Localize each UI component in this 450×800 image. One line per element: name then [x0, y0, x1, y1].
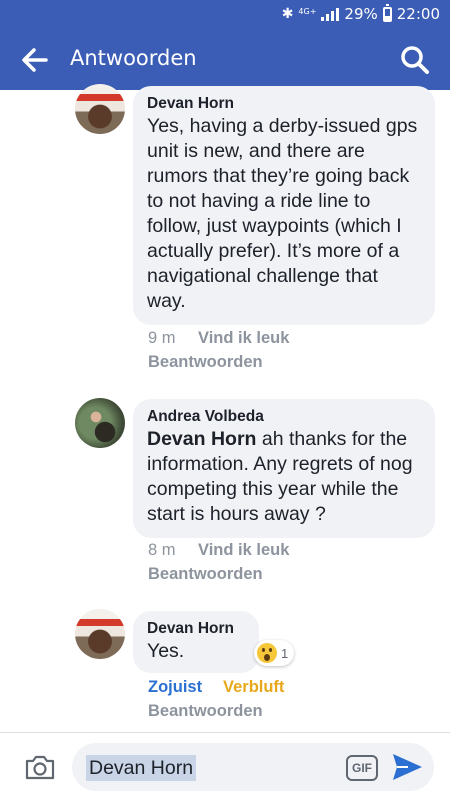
battery-percent: 29%: [344, 5, 378, 23]
comment-bubble[interactable]: Devan Horn Yes.: [133, 611, 259, 673]
comment-author[interactable]: Andrea Volbeda: [147, 407, 421, 427]
reply-button[interactable]: Beantwoorden: [148, 702, 284, 721]
comment-text: Yes.: [147, 640, 185, 662]
reply-button[interactable]: Beantwoorden: [148, 565, 289, 584]
reaction-count: 1: [281, 645, 289, 661]
reply-button[interactable]: Beantwoorden: [148, 353, 289, 372]
camera-icon[interactable]: [24, 753, 56, 781]
status-icons: ✱ 4G+ 29% 22:00: [281, 3, 440, 23]
avatar[interactable]: [75, 398, 125, 448]
gif-button[interactable]: GIF: [346, 755, 378, 781]
comment-time: Zojuist: [148, 678, 203, 696]
network-type: 4G+: [298, 7, 317, 16]
avatar[interactable]: [75, 609, 125, 659]
comment-input-value[interactable]: Devan Horn: [86, 755, 197, 781]
comment-composer: Devan Horn GIF: [0, 732, 450, 800]
comment-text: Yes, having a derby-issued gps unit is n…: [147, 115, 418, 312]
bluetooth-icon: ✱: [281, 6, 294, 22]
like-button[interactable]: Vind ik leuk: [198, 329, 289, 347]
comment-author[interactable]: Devan Horn: [147, 94, 421, 114]
reaction-summary[interactable]: 1: [254, 640, 295, 666]
page-title: Antwoorden: [70, 46, 197, 70]
wow-reaction-icon: [257, 643, 277, 663]
like-button[interactable]: Vind ik leuk: [198, 541, 289, 559]
comment-text: Devan Horn ah thanks for the information…: [147, 427, 421, 527]
status-bar: ✱ 4G+ 29% 22:00: [0, 0, 450, 30]
comment-bubble[interactable]: Devan Horn Yes, having a derby-issued gp…: [133, 86, 435, 325]
clock: 22:00: [396, 5, 440, 23]
comment-time: 8 m: [148, 541, 176, 559]
comment-actions: 8 m Vind ik leuk Beantwoorden: [148, 541, 289, 584]
app-bar: Antwoorden: [0, 30, 450, 90]
mention-link[interactable]: Devan Horn: [147, 428, 256, 450]
battery-icon: [382, 3, 392, 22]
comment-time: 9 m: [148, 329, 176, 347]
comment-actions: Zojuist Verbluft Beantwoorden: [148, 678, 284, 721]
comment-actions: 9 m Vind ik leuk Beantwoorden: [148, 329, 289, 372]
comment-bubble[interactable]: Andrea Volbeda Devan Horn ah thanks for …: [133, 399, 435, 538]
comment-author[interactable]: Devan Horn: [147, 619, 245, 639]
signal-icon: [321, 7, 340, 21]
reaction-button[interactable]: Verbluft: [223, 678, 284, 696]
arrow-left-icon[interactable]: [20, 46, 50, 74]
send-icon[interactable]: [390, 751, 424, 783]
avatar[interactable]: [75, 84, 125, 134]
comment-input[interactable]: Devan Horn GIF: [72, 743, 434, 791]
search-icon[interactable]: [400, 45, 430, 75]
